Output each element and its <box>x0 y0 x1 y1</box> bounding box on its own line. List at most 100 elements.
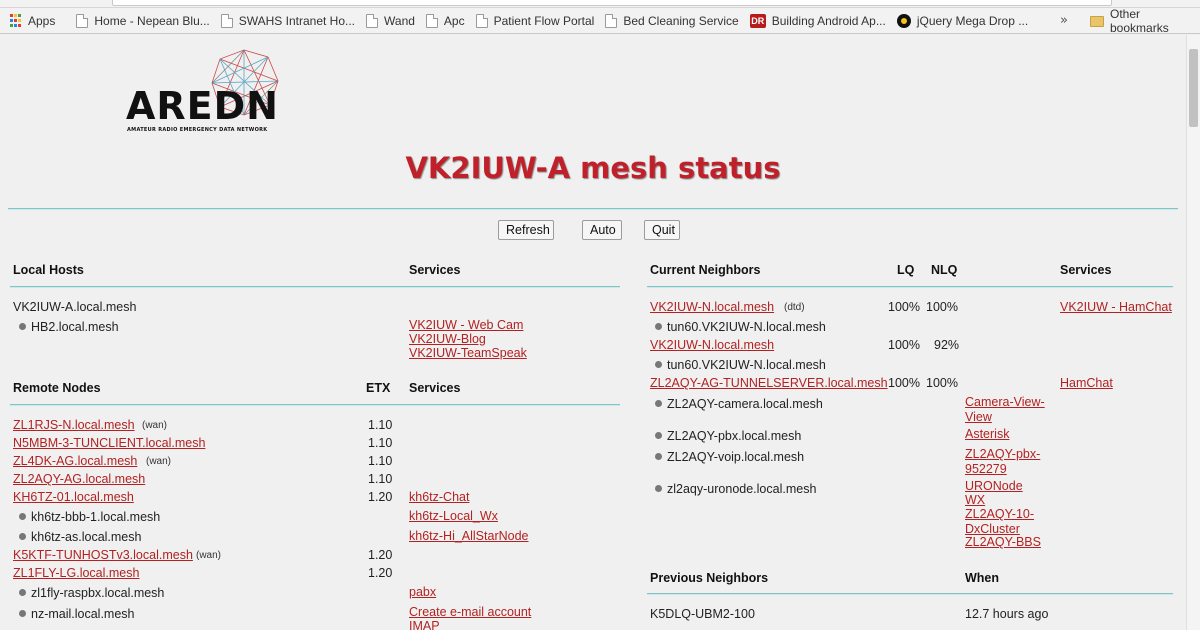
service-link[interactable]: Camera-View-View <box>965 395 1055 425</box>
scrollbar-thumb[interactable] <box>1189 49 1198 127</box>
remote-node-row[interactable]: ZL4DK-AG.local.mesh <box>13 454 137 469</box>
service-link-text[interactable]: ZL2AQY-BBS <box>965 535 1041 549</box>
address-bar-strip <box>0 0 1200 8</box>
bookmark-apps[interactable]: Apps <box>6 10 59 32</box>
neighbor-link[interactable]: ZL2AQY-AG-TUNNELSERVER.local.mesh <box>650 376 888 390</box>
service-link-text[interactable]: kh6tz-Local_Wx <box>409 509 498 523</box>
remote-node-row[interactable]: ZL1RJS-N.local.mesh <box>13 418 135 433</box>
bookmark-jquery-mega-drop[interactable]: jQuery Mega Drop ... <box>893 10 1032 32</box>
service-link-text[interactable]: WX <box>965 493 985 507</box>
service-link-text[interactable]: kh6tz-Chat <box>409 490 469 504</box>
quit-button[interactable]: Quit <box>644 220 680 240</box>
page-scrollbar[interactable] <box>1186 35 1200 630</box>
page-icon <box>220 13 233 28</box>
service-link[interactable]: ZL2AQY-pbx-952279 <box>965 447 1045 477</box>
remote-node-link[interactable]: N5MBM-3-TUNCLIENT.local.mesh <box>13 436 205 450</box>
bookmark-home-nepean[interactable]: Home - Nepean Blu... <box>72 10 213 32</box>
etx-value: 1.10 <box>368 418 393 432</box>
neighbor-link[interactable]: VK2IUW-N.local.mesh <box>650 300 774 314</box>
logo-tagline: AMATEUR RADIO EMERGENCY DATA NETWORK <box>127 127 268 133</box>
remote-node-link[interactable]: KH6TZ-01.local.mesh <box>13 490 134 504</box>
remote-node-row[interactable]: ZL2AQY-AG.local.mesh <box>13 472 145 487</box>
bullet-dot <box>655 361 662 368</box>
wan-tag: (wan) <box>196 550 222 561</box>
remote-node-row[interactable]: KH6TZ-01.local.mesh <box>13 490 134 505</box>
service-link-text[interactable]: HamChat <box>1060 376 1113 390</box>
remote-sub-host: zl1fly-raspbx.local.mesh <box>19 586 164 601</box>
bookmark-label: Apc <box>443 13 465 28</box>
service-link[interactable]: Create e-mail account <box>409 605 531 620</box>
service-link[interactable]: ZL2AQY-10-DxCluster <box>965 507 1045 537</box>
service-link-text[interactable]: IMAP <box>409 619 440 630</box>
service-link[interactable]: Asterisk <box>965 427 1009 442</box>
remote-node-link[interactable]: ZL1FLY-LG.local.mesh <box>13 566 139 580</box>
service-link-text[interactable]: kh6tz-Hi_AllStarNode <box>409 529 529 543</box>
wan-tag: (wan) <box>146 456 172 467</box>
bullet-dot <box>19 533 26 540</box>
service-link-text[interactable]: ZL2AQY-pbx-952279 <box>965 447 1040 476</box>
remote-node-row[interactable]: ZL1FLY-LG.local.mesh <box>13 566 139 581</box>
bookmark-other-bookmarks[interactable]: Other bookmarks <box>1086 7 1197 35</box>
bookmark-apc[interactable]: Apc <box>422 10 469 32</box>
service-link-text[interactable]: URONode <box>965 479 1023 493</box>
service-link[interactable]: ZL2AQY-BBS <box>965 535 1041 550</box>
service-link[interactable]: VK2IUW - Web Cam <box>409 318 523 333</box>
bookmarks-overflow-button[interactable]: » <box>1060 8 1068 34</box>
service-link[interactable]: VK2IUW-Blog <box>409 332 486 347</box>
remote-sub-host-name: kh6tz-bbb-1.local.mesh <box>31 510 161 524</box>
service-link[interactable]: VK2IUW - HamChat <box>1060 300 1172 315</box>
bookmark-swahs-intranet[interactable]: SWAHS Intranet Ho... <box>217 10 359 32</box>
service-link-text[interactable]: pabx <box>409 585 436 599</box>
bookmark-wand[interactable]: Wand <box>362 10 419 32</box>
neighbor-row[interactable]: ZL2AQY-AG-TUNNELSERVER.local.mesh <box>650 376 888 391</box>
service-link[interactable]: kh6tz-Local_Wx <box>409 509 498 524</box>
local-host-name: VK2IUW-A.local.mesh <box>13 300 137 314</box>
service-link[interactable]: pabx <box>409 585 436 600</box>
divider <box>647 593 1173 595</box>
service-link[interactable]: IMAP <box>409 619 440 630</box>
folder-icon <box>1090 15 1104 27</box>
service-link-text[interactable]: VK2IUW-Blog <box>409 332 486 346</box>
address-bar[interactable] <box>112 0 1112 6</box>
remote-node-link[interactable]: ZL4DK-AG.local.mesh <box>13 454 137 468</box>
service-link-text[interactable]: Asterisk <box>965 427 1009 441</box>
service-link[interactable]: kh6tz-Chat <box>409 490 469 505</box>
bookmark-building-android[interactable]: DR Building Android Ap... <box>746 10 890 32</box>
service-link[interactable]: URONode <box>965 479 1023 494</box>
remote-node-link[interactable]: ZL2AQY-AG.local.mesh <box>13 472 145 486</box>
neighbor-link[interactable]: VK2IUW-N.local.mesh <box>650 338 774 352</box>
etx-header: ETX <box>366 381 391 395</box>
service-link[interactable]: kh6tz-Hi_AllStarNode <box>409 529 529 544</box>
service-link-text[interactable]: ZL2AQY-10-DxCluster <box>965 507 1034 536</box>
refresh-button[interactable]: Refresh <box>498 220 554 240</box>
remote-node-link[interactable]: K5KTF-TUNHOSTv3.local.mesh <box>13 548 193 562</box>
remote-node-row[interactable]: K5KTF-TUNHOSTv3.local.mesh <box>13 548 193 563</box>
remote-sub-host-name: nz-mail.local.mesh <box>31 607 135 621</box>
remote-sub-host: kh6tz-as.local.mesh <box>19 530 141 545</box>
service-link-text[interactable]: VK2IUW - Web Cam <box>409 318 523 332</box>
page-title: VK2IUW-A mesh status <box>405 151 781 185</box>
neighbor-row[interactable]: VK2IUW-N.local.mesh <box>650 300 774 315</box>
service-link-text[interactable]: VK2IUW-TeamSpeak <box>409 346 527 360</box>
bookmarks-bar: Apps Home - Nepean Blu... SWAHS Intranet… <box>0 8 1200 34</box>
bookmark-patient-flow[interactable]: Patient Flow Portal <box>472 10 599 32</box>
bullet-dot <box>19 589 26 596</box>
etx-value: 1.20 <box>368 548 393 562</box>
neighbor-sub-host-name: ZL2AQY-camera.local.mesh <box>667 397 823 411</box>
service-link[interactable]: HamChat <box>1060 376 1113 391</box>
neighbor-sub-host: ZL2AQY-camera.local.mesh <box>655 397 823 412</box>
service-link[interactable]: VK2IUW-TeamSpeak <box>409 346 527 361</box>
service-link-text[interactable]: VK2IUW - HamChat <box>1060 300 1172 314</box>
service-link[interactable]: WX <box>965 493 985 508</box>
remote-sub-host: nz-mail.local.mesh <box>19 607 135 622</box>
remote-node-link[interactable]: ZL1RJS-N.local.mesh <box>13 418 135 432</box>
service-link-text[interactable]: Create e-mail account <box>409 605 531 619</box>
neighbor-row[interactable]: VK2IUW-N.local.mesh <box>650 338 774 353</box>
bookmark-bed-cleaning[interactable]: Bed Cleaning Service <box>601 10 742 32</box>
bullet-dot <box>655 432 662 439</box>
bookmark-label: SWAHS Intranet Ho... <box>238 13 356 28</box>
remote-node-row[interactable]: N5MBM-3-TUNCLIENT.local.mesh <box>13 436 205 451</box>
neighbor-sub-host: tun60.VK2IUW-N.local.mesh <box>655 358 826 373</box>
service-link-text[interactable]: Camera-View-View <box>965 395 1045 424</box>
auto-button[interactable]: Auto <box>582 220 622 240</box>
